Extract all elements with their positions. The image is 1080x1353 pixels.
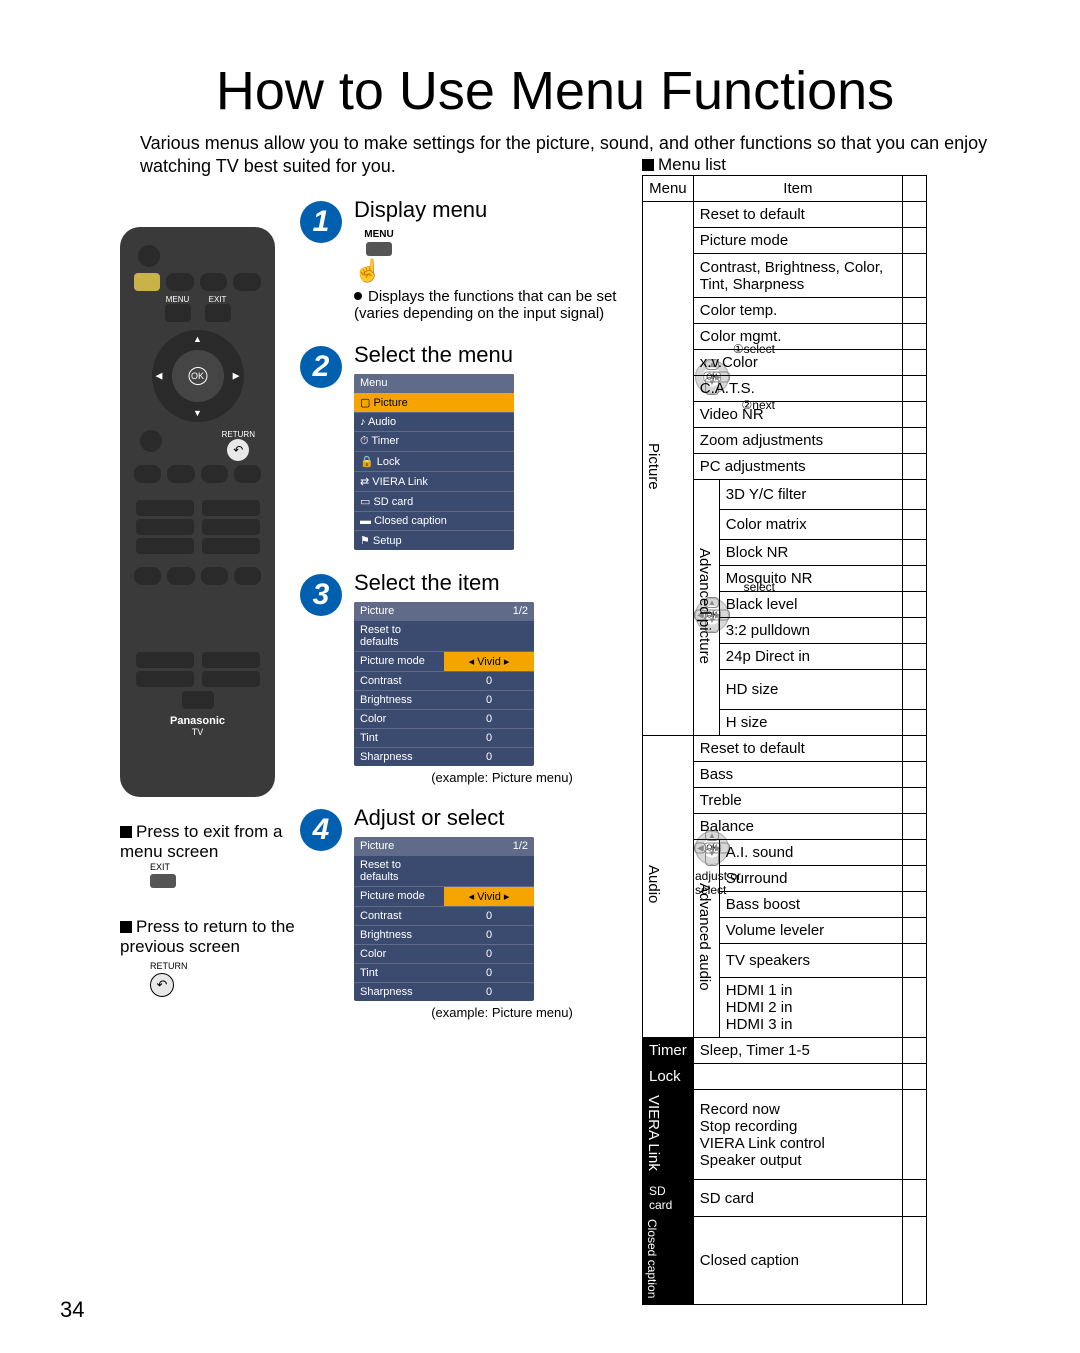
remote-dpad: OK ▲▼ ◀▶ xyxy=(152,330,244,422)
step-4: 4 Adjust or select Picture1/2 Reset to d… xyxy=(300,805,650,1020)
page-title: How to Use Menu Functions xyxy=(80,60,1030,122)
osd-main-menu: Menu ▢ Picture ♪ Audio ⏱ Timer 🔒 Lock ⇄ … xyxy=(354,374,514,550)
step-2: 2 Select the menu Menu ▢ Picture ♪ Audio… xyxy=(300,342,650,550)
osd-picture-menu-2: Picture1/2 Reset to defaults Picture mod… xyxy=(354,837,534,1001)
adv-audio-label: Advanced audio xyxy=(696,883,713,991)
steps-column: 1 Display menu MENU ☝ Displays the funct… xyxy=(300,197,650,1040)
step-4-title: Adjust or select xyxy=(354,805,650,831)
remote-graphic: MENU EXIT OK ▲▼ ◀▶ RETURN↶ xyxy=(120,227,275,797)
menu-sdcard-label: SD card xyxy=(643,1180,694,1217)
step-3: 3 Select the item Picture1/2 Reset to de… xyxy=(300,570,650,785)
adv-picture-label: Advanced picture xyxy=(696,548,713,664)
menu-timer-label: Timer xyxy=(643,1038,694,1064)
menu-list-title: Menu list xyxy=(658,155,726,174)
step-1: 1 Display menu MENU ☝ Displays the funct… xyxy=(300,197,650,322)
menu-lock-label: Lock xyxy=(643,1064,694,1090)
remote-type: TV xyxy=(130,727,265,737)
remote-ok-label: OK xyxy=(188,367,207,385)
osd-picture-menu-1: Picture1/2 Reset to defaults Picture mod… xyxy=(354,602,534,766)
menu-cc-label: Closed caption xyxy=(645,1219,659,1298)
step-3-title: Select the item xyxy=(354,570,650,596)
menu-list-table: Menu Item Picture Reset to default Pictu… xyxy=(642,175,927,1305)
menu-picture-label: Picture xyxy=(645,443,662,490)
remote-brand: Panasonic xyxy=(130,715,265,727)
hand-icon: ☝ xyxy=(354,258,404,284)
step-1-title: Display menu xyxy=(354,197,650,223)
remote-exit-label: EXIT xyxy=(209,295,227,304)
page-number: 34 xyxy=(60,1297,84,1323)
step-2-title: Select the menu xyxy=(354,342,650,368)
remote-menu-label: MENU xyxy=(166,295,190,304)
menu-audio-label: Audio xyxy=(645,865,662,903)
return-icon: ↶ xyxy=(227,439,249,461)
menu-viera-label: VIERA Link xyxy=(645,1095,662,1171)
return-instruction: Press to return to the previous screen R… xyxy=(120,917,310,997)
exit-instruction: Press to exit from a menu screen EXIT xyxy=(120,822,310,888)
